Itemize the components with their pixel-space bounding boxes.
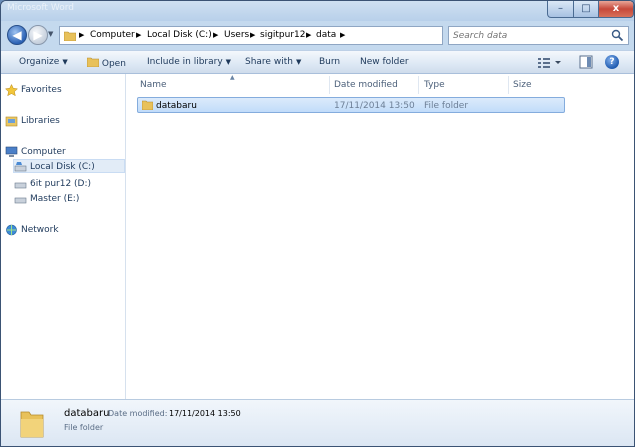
nav-label: Favorites (21, 85, 62, 95)
organize-label: Organize (19, 57, 60, 67)
column-date-modified[interactable]: Date modified (334, 80, 398, 90)
column-type[interactable]: Type (424, 80, 445, 90)
nav-favorites[interactable]: Favorites (5, 84, 62, 96)
drive-icon (14, 182, 27, 189)
command-bar: Organize ▼ Open Include in library ▼ Share… (1, 50, 634, 74)
file-list: ▲ Name Date modified Type Size databaru … (126, 74, 634, 399)
breadcrumb-separator[interactable]: ▶ (340, 31, 345, 39)
content-area: Favorites Libraries Computer Local Disk … (1, 74, 634, 399)
history-dropdown-icon[interactable]: ▼ (48, 30, 53, 38)
breadcrumb-users[interactable]: Users (224, 30, 249, 40)
star-icon (5, 84, 18, 96)
search-box (448, 26, 629, 45)
sort-ascending-icon: ▲ (230, 74, 235, 81)
nav-label: Local Disk (C:) (30, 162, 95, 172)
breadcrumb-computer[interactable]: Computer (90, 30, 135, 40)
nav-drive-d[interactable]: 6it pur12 (D:) (14, 179, 92, 189)
open-button[interactable]: Open (86, 57, 126, 69)
back-button[interactable]: ◀ (7, 25, 27, 45)
nav-network[interactable]: Network (6, 224, 59, 236)
search-icon[interactable] (611, 29, 624, 42)
drive-icon (14, 162, 27, 172)
preview-pane-icon[interactable] (579, 55, 593, 69)
folder-icon (86, 57, 100, 68)
organize-button[interactable]: Organize ▼ (19, 57, 68, 67)
nav-drive-e[interactable]: Master (E:) (14, 194, 80, 204)
nav-label: Network (21, 225, 59, 235)
navigation-pane: Favorites Libraries Computer Local Disk … (1, 74, 126, 399)
change-view-icon[interactable] (536, 55, 562, 69)
breadcrumb-local-disk[interactable]: Local Disk (C:) (147, 30, 212, 40)
address-bar[interactable]: ▶ Computer ▶ Local Disk (C:) ▶ Users ▶ s… (59, 26, 496, 45)
address-row: ◀ ▶ ▼ ▶ Computer ▶ Local Disk (C:) ▶ Use… (1, 22, 634, 49)
file-name: databaru (156, 101, 197, 111)
breadcrumb-user[interactable]: sigitpur12 (260, 30, 306, 40)
nav-label: Libraries (21, 116, 60, 126)
network-icon (6, 224, 17, 236)
include-in-library-button[interactable]: Include in library ▼ (147, 57, 231, 67)
chevron-down-icon: ▼ (62, 58, 68, 66)
chevron-down-icon: ▼ (225, 58, 232, 66)
title-text: Microsoft Word (7, 3, 74, 13)
breadcrumb-separator[interactable]: ▶ (136, 31, 141, 39)
open-label: Open (101, 59, 126, 69)
computer-icon (5, 146, 18, 157)
help-icon[interactable]: ? (605, 55, 619, 69)
breadcrumb-separator[interactable]: ▶ (213, 31, 218, 39)
breadcrumb-separator[interactable]: ▶ (306, 31, 311, 39)
nav-label: 6it pur12 (D:) (30, 179, 92, 189)
new-folder-button[interactable]: New folder (360, 57, 409, 67)
close-button[interactable]: x (598, 1, 634, 18)
breadcrumb-data[interactable]: data (316, 30, 336, 40)
details-file-type: File folder (64, 423, 104, 432)
maximize-button[interactable]: □ (573, 1, 599, 18)
folder-icon (64, 31, 76, 41)
details-date-value: 17/11/2014 13:50 (169, 409, 241, 418)
burn-button[interactable]: Burn (319, 57, 340, 67)
nav-label: Computer (21, 147, 66, 157)
drive-icon (14, 197, 27, 204)
column-size[interactable]: Size (513, 80, 531, 90)
share-with-button[interactable]: Share with ▼ (245, 57, 301, 67)
column-divider[interactable] (418, 76, 419, 94)
file-row[interactable]: databaru 17/11/2014 13:50 File folder (137, 97, 565, 113)
share-label: Share with (245, 57, 293, 67)
details-date-label: Date modified: (108, 409, 168, 418)
minimize-button[interactable]: – (547, 1, 574, 18)
details-pane: databaru Date modified: 17/11/2014 13:50… (1, 399, 634, 446)
details-file-name: databaru (64, 408, 110, 419)
forward-button[interactable]: ▶ (28, 25, 48, 45)
breadcrumb-separator[interactable]: ▶ (79, 31, 84, 39)
nav-computer[interactable]: Computer (5, 146, 66, 157)
chevron-down-icon: ▼ (295, 58, 302, 66)
file-date: 17/11/2014 13:50 (334, 101, 415, 111)
nav-local-disk[interactable]: Local Disk (C:) (14, 162, 95, 172)
folder-icon (142, 100, 153, 110)
explorer-window: Microsoft Word – □ x ◀ ▶ ▼ ▶ Computer ▶ … (0, 0, 635, 447)
column-divider[interactable] (508, 76, 509, 94)
folder-icon (20, 411, 44, 438)
breadcrumb-separator[interactable]: ▶ (250, 31, 255, 39)
column-name[interactable]: Name (140, 80, 167, 90)
file-type: File folder (424, 101, 469, 111)
column-divider[interactable] (329, 76, 330, 94)
nav-libraries[interactable]: Libraries (5, 116, 60, 127)
search-input[interactable] (453, 29, 603, 42)
include-label: Include in library (147, 57, 223, 67)
library-icon (5, 116, 18, 127)
title-bar[interactable]: Microsoft Word – □ x (1, 1, 634, 21)
nav-label: Master (E:) (30, 194, 80, 204)
